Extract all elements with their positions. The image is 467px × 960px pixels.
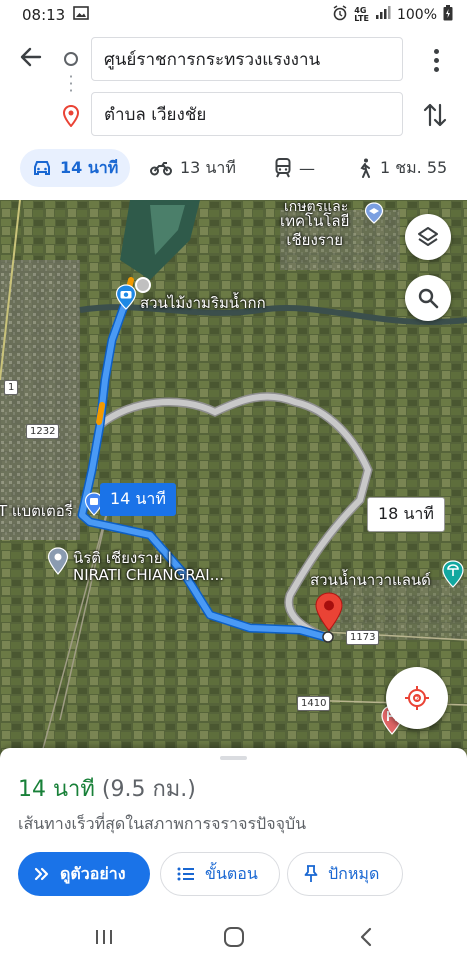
recent-apps-icon	[96, 930, 112, 944]
destination-pin-icon	[62, 104, 80, 128]
directions-header: ศูนย์ราชการกระทรวงแรงงาน ตำบล เวียงชัย 1…	[0, 30, 467, 200]
map-label-battery-shop[interactable]: T แบตเตอรี่	[0, 499, 73, 523]
route-connector	[70, 73, 72, 95]
car-icon	[34, 161, 50, 175]
destination-marker-icon[interactable]	[314, 592, 344, 636]
my-location-icon: ?	[405, 686, 429, 710]
status-bar: 08:13 4G LTE 100%	[0, 0, 467, 30]
more-vert-icon	[433, 48, 439, 54]
road-shield-1232: 1232	[26, 424, 60, 439]
steps-button[interactable]: ขั้นตอน	[160, 852, 280, 896]
preview-button[interactable]: ดูตัวอย่าง	[18, 852, 150, 896]
map-label-tech[interactable]: เทคโนโลยี เชียงราย	[280, 212, 349, 250]
search-icon	[418, 288, 439, 309]
road-shield-1: 1	[4, 380, 19, 395]
battery-percent: 100%	[396, 7, 437, 23]
map-label-waterpark[interactable]: สวนน้ำนาวาแลนด์	[310, 568, 431, 592]
alarm-icon	[332, 5, 348, 25]
tab-walk[interactable]: 1 ชม. 55	[358, 149, 447, 187]
tab-motorcycle[interactable]: 13 นาที	[150, 149, 236, 187]
pin-label: ปักหมุด	[328, 863, 380, 883]
tab-transit[interactable]: —	[275, 149, 315, 187]
signal-icon	[375, 6, 391, 24]
layers-icon	[418, 227, 438, 246]
primary-route-time-chip[interactable]: 14 นาที	[100, 483, 176, 516]
route-summary: 14 นาที (9.5 กม.)	[18, 771, 196, 806]
recent-apps-button[interactable]	[89, 922, 119, 952]
list-icon	[177, 867, 194, 881]
camera-poi-icon[interactable]	[115, 284, 137, 314]
more-options-button[interactable]	[424, 46, 448, 74]
chevron-left-icon	[360, 927, 372, 947]
home-button[interactable]	[219, 922, 249, 952]
origin-input[interactable]: ศูนย์ราชการกระทรวงแรงงาน	[91, 37, 403, 81]
status-right: 4G LTE 100%	[332, 5, 453, 25]
attraction-poi-icon[interactable]	[441, 560, 465, 592]
alternate-route-time-chip[interactable]: 18 นาที	[367, 497, 445, 532]
double-chevron-icon	[34, 867, 49, 881]
train-icon	[275, 158, 291, 178]
preview-label: ดูตัวอย่าง	[60, 863, 126, 883]
map-view[interactable]: เกษตรและ เทคโนโลยี เชียงราย สวนไม้งามริม…	[0, 200, 467, 760]
motorcycle-icon	[150, 162, 172, 176]
tab-drive[interactable]: 14 นาที	[20, 149, 131, 187]
travel-mode-tabs: 14 นาที 13 นาที — 1 ชม. 55	[0, 149, 467, 189]
svg-text:?: ?	[415, 695, 419, 704]
pushpin-icon	[304, 865, 318, 882]
route-summary-sheet[interactable]: 14 นาที (9.5 กม.) เส้นทางเร็วที่สุดในสภา…	[0, 748, 467, 914]
destination-input[interactable]: ตำบล เวียงชัย	[91, 92, 403, 136]
swap-vert-icon	[423, 103, 447, 127]
swap-button[interactable]	[423, 101, 447, 129]
map-label-nirati-en[interactable]: NIRATI CHIANGRAI...	[73, 566, 224, 584]
tab-walk-label: 1 ชม. 55	[380, 157, 448, 177]
origin-dot-icon	[64, 52, 78, 66]
tab-motorcycle-label: 13 นาที	[180, 157, 236, 177]
status-time: 08:13	[22, 6, 66, 24]
home-icon	[224, 927, 244, 947]
system-back-button[interactable]	[351, 922, 381, 952]
pin-button[interactable]: ปักหมุด	[287, 852, 403, 896]
school-poi-icon[interactable]	[364, 202, 384, 228]
walk-icon	[360, 158, 370, 178]
layers-button[interactable]	[405, 214, 451, 260]
gallery-icon	[73, 6, 90, 24]
back-arrow-icon	[20, 47, 42, 67]
tab-drive-label: 14 นาที	[60, 157, 119, 177]
tab-transit-label: —	[299, 158, 315, 178]
route-distance: (9.5 กม.)	[101, 777, 196, 802]
road-shield-1410: 1410	[297, 696, 331, 711]
sheet-drag-handle[interactable]	[220, 756, 247, 760]
road-shield-1173: 1173	[346, 630, 380, 645]
system-navigation-bar	[0, 914, 467, 960]
network-type: 4G LTE	[354, 6, 369, 23]
route-duration: 14 นาที	[18, 777, 95, 802]
map-label-park[interactable]: สวนไม้งามริมน้ำกก	[140, 291, 266, 315]
hotel-poi-icon[interactable]	[47, 547, 69, 579]
steps-label: ขั้นตอน	[205, 863, 258, 883]
battery-icon	[443, 5, 453, 25]
back-button[interactable]	[18, 44, 44, 70]
route-description: เส้นทางเร็วที่สุดในสภาพการจราจรปัจจุบัน	[18, 814, 307, 833]
search-along-route-button[interactable]	[405, 275, 451, 321]
my-location-button[interactable]: ?	[386, 667, 448, 729]
